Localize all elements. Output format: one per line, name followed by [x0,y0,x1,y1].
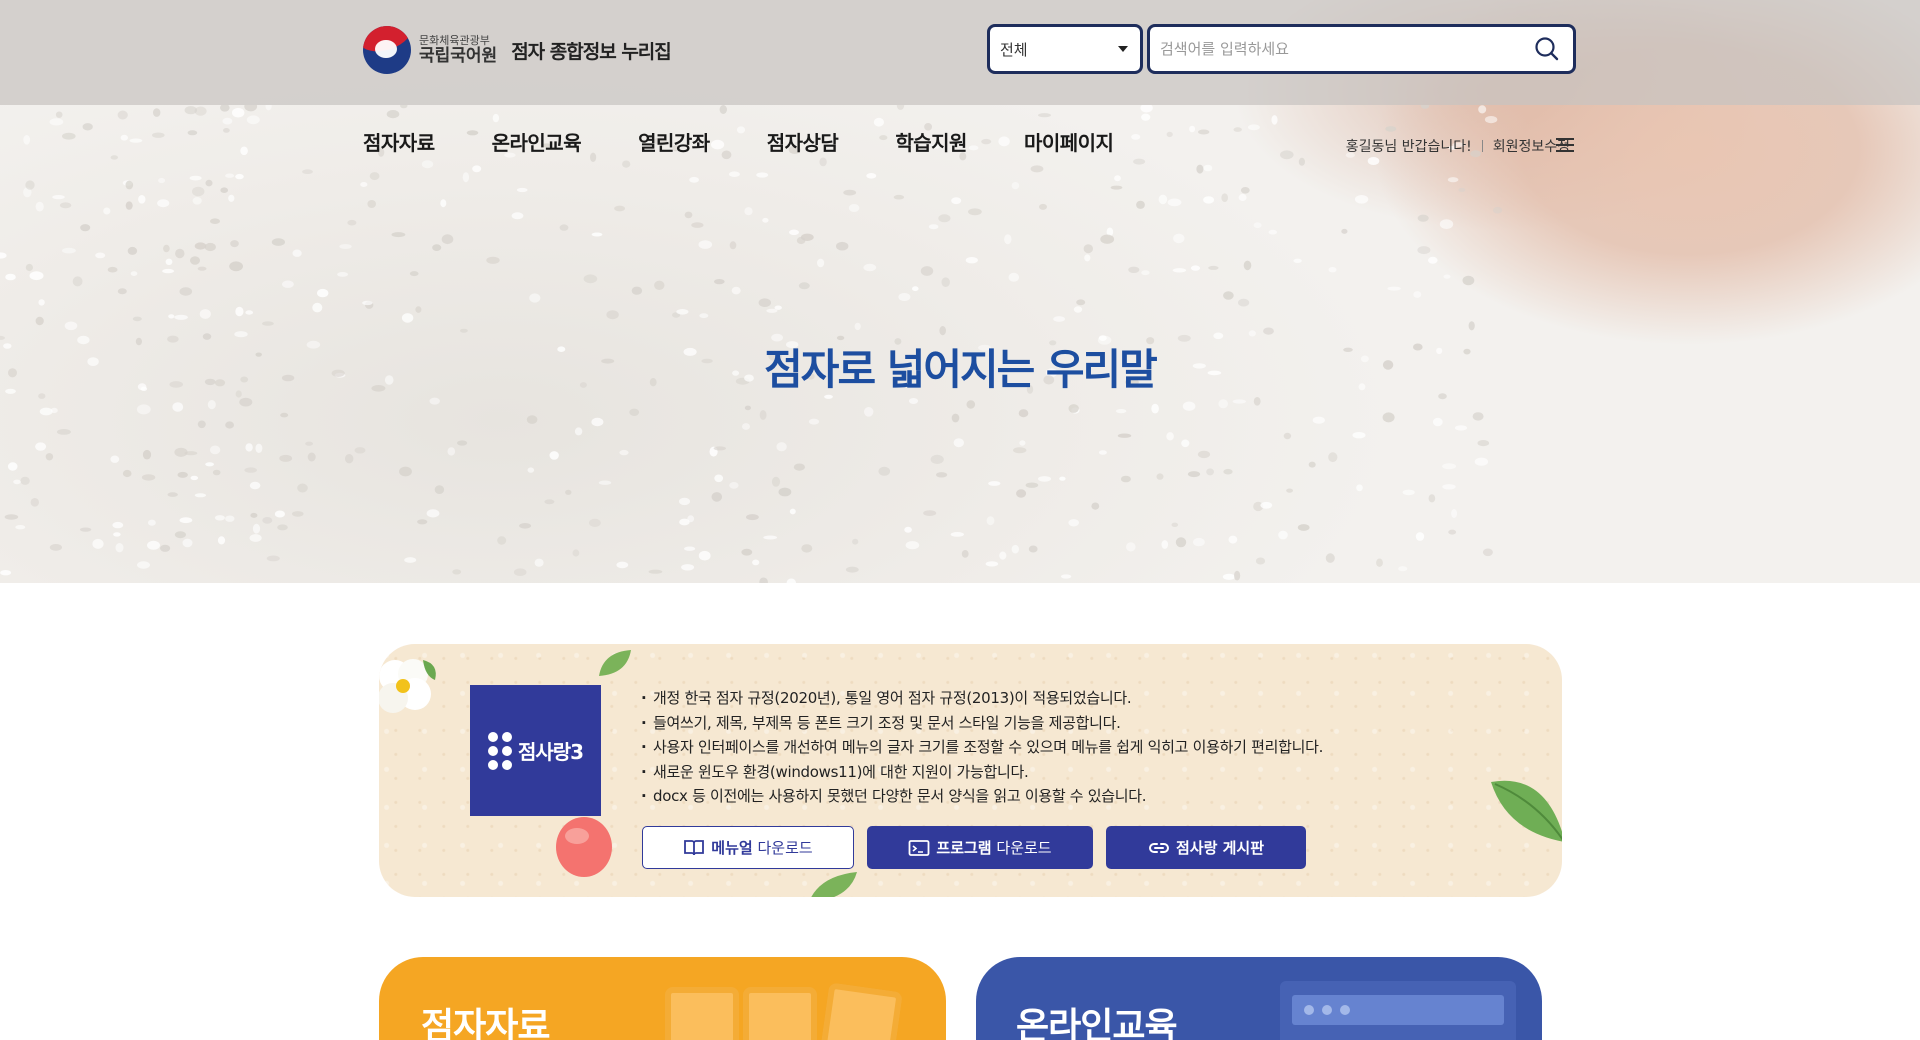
nav-item-braille-consulting[interactable]: 점자상담 [767,127,839,156]
list-item: 개정 한국 점자 규정(2020년), 통일 영어 점자 규정(2013)이 적… [641,686,1323,711]
hero-title: 점자로 넓어지는 우리말 [764,345,1158,394]
search-box [1147,24,1576,74]
search-category-select[interactable]: 전체 [987,24,1143,74]
jeomsarang-product-logo: 점사랑3 [470,685,601,816]
government-emblem-icon [363,26,411,74]
program-download-button[interactable]: 프로그램 다운로드 [867,826,1093,869]
card-title: 온라인교육 [1016,1006,1178,1040]
leaf-decoration-icon [1491,780,1562,842]
logo-institution: 문화체육관광부 국립국어원 [419,33,498,66]
leaf-decoration-icon [811,872,857,897]
braille-cell-icon [487,731,512,770]
nav-item-online-education[interactable]: 온라인교육 [492,127,582,156]
site-logo[interactable]: 문화체육관광부 국립국어원 점자 종합정보 누리집 [363,26,672,74]
jeomsarang-board-button[interactable]: 점사랑 게시판 [1106,826,1306,869]
list-item: docx 등 이전에는 사용하지 못했던 다양한 문서 양식을 읽고 이용할 수… [641,784,1323,809]
manual-button-rest: 다운로드 [757,839,813,857]
nav-item-open-lectures[interactable]: 열린강좌 [638,127,710,156]
card-braille-materials[interactable]: 점자자료 [379,957,946,1040]
search-input[interactable] [1150,29,1527,69]
card-online-education[interactable]: 온라인교육 [976,957,1542,1040]
search-icon[interactable] [1527,29,1567,69]
nav-item-learning-support[interactable]: 학습지원 [895,127,967,156]
program-button-rest: 다운로드 [996,839,1052,857]
list-item: 새로운 윈도우 환경(windows11)에 대한 지원이 가능합니다. [641,760,1323,785]
user-greeting: 홍길동님 반갑습니다! [1345,139,1472,155]
link-icon [1149,842,1169,853]
divider [1481,140,1483,152]
screen-illustration-icon [1280,981,1516,1040]
board-button-label: 점사랑 게시판 [1175,839,1265,857]
download-buttons: 메뉴얼 다운로드 프로그램 다운로드 점사랑 게시판 [642,826,1306,869]
manual-button-strong: 메뉴얼 [711,839,753,857]
menu-icon[interactable] [1556,138,1574,152]
search-category-value: 전체 [1000,40,1028,59]
book-icon [684,839,705,855]
nav-item-braille-materials[interactable]: 점자자료 [363,127,435,156]
manual-download-button[interactable]: 메뉴얼 다운로드 [642,826,854,869]
list-item: 사용자 인터페이스를 개선하여 메뉴의 글자 크기를 조정할 수 있으며 메뉴를… [641,735,1323,760]
top-header-bar: 문화체육관광부 국립국어원 점자 종합정보 누리집 전체 [0,0,1920,105]
nav-item-my-page[interactable]: 마이페이지 [1024,127,1114,156]
list-item: 들여쓰기, 제목, 부제목 등 폰트 크기 조정 및 문서 스타일 기능을 제공… [641,711,1323,736]
feature-list: 개정 한국 점자 규정(2020년), 통일 영어 점자 규정(2013)이 적… [641,686,1323,809]
logo-institute-text: 국립국어원 [419,45,498,66]
program-button-strong: 프로그램 [936,839,992,857]
leaf-decoration-icon [599,650,631,676]
logo-ministry-text: 문화체육관광부 [419,33,490,47]
petal-decoration-icon [556,817,612,877]
hero-banner: 문화체육관광부 국립국어원 점자 종합정보 누리집 전체 점자자료 온라인교육 … [0,0,1920,583]
flower-decoration-icon [379,659,436,713]
main-navigation: 점자자료 온라인교육 열린강좌 점자상담 학습지원 마이페이지 [363,127,1170,156]
caret-down-icon [1118,46,1128,52]
product-name: 점사랑3 [517,740,584,764]
user-utility: 홍길동님 반갑습니다! 회원정보수정 [1346,136,1570,156]
jeomsarang-notice-banner: 점사랑3 개정 한국 점자 규정(2020년), 통일 영어 점자 규정(201… [379,644,1562,897]
terminal-icon [909,839,930,856]
card-title: 점자자료 [421,1006,550,1040]
site-name: 점자 종합정보 누리집 [511,40,672,63]
